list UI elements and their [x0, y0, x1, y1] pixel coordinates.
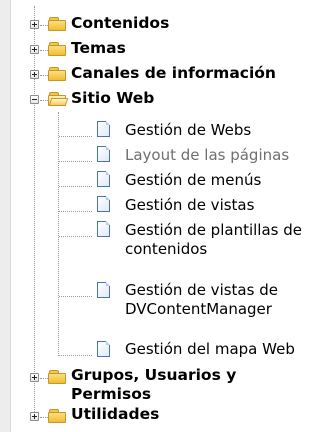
tree-node-label[interactable]: Canales de información	[71, 64, 276, 83]
tree-connector	[40, 417, 48, 418]
tree-connector	[40, 50, 48, 51]
tree-connector	[59, 211, 92, 212]
folder-icon	[48, 408, 68, 424]
tree-node-label[interactable]: Utilidades	[71, 405, 159, 424]
expand-icon[interactable]	[30, 412, 39, 421]
tree-connector	[59, 161, 92, 162]
admin-navigation-tree: Contenidos Temas Canales de información …	[0, 0, 323, 432]
tree-connector	[59, 296, 92, 297]
tree-connector	[40, 75, 48, 76]
folder-icon	[48, 66, 68, 82]
tree-connector	[40, 378, 48, 379]
tree-node-label-line2[interactable]: Permisos	[71, 385, 151, 404]
tree-node-label[interactable]: Sitio Web	[71, 89, 154, 108]
tree-child-connector	[58, 112, 59, 356]
page-icon	[97, 146, 111, 163]
tree-child-label-line2[interactable]: contenidos	[125, 240, 207, 259]
tree-child-label[interactable]: Gestión de vistas de	[125, 281, 278, 300]
expand-icon[interactable]	[30, 45, 39, 54]
tree-connector	[59, 236, 92, 237]
page-icon	[97, 171, 111, 188]
tree-connector	[40, 25, 48, 26]
collapse-icon[interactable]	[30, 95, 39, 104]
tree-root-connector	[34, 6, 35, 412]
tree-child-label[interactable]: Gestión del mapa Web	[125, 340, 295, 359]
tree-child-label[interactable]: Gestión de plantillas de	[125, 221, 302, 240]
expand-icon[interactable]	[30, 70, 39, 79]
tree-connector	[59, 136, 92, 137]
page-icon	[97, 282, 111, 299]
tree-child-label-line2[interactable]: DVContentManager	[125, 300, 272, 319]
folder-icon	[48, 369, 68, 385]
tree-node-label[interactable]: Grupos, Usuarios y	[71, 366, 236, 385]
folder-open-icon	[48, 91, 69, 107]
folder-icon	[48, 16, 68, 32]
tree-child-label[interactable]: Gestión de Webs	[125, 121, 251, 140]
tree-connector	[59, 355, 92, 356]
folder-icon	[48, 41, 68, 57]
tree-node-label[interactable]: Contenidos	[71, 14, 169, 33]
expand-icon[interactable]	[30, 20, 39, 29]
page-icon	[97, 121, 111, 138]
page-icon	[97, 341, 111, 358]
tree-connector	[59, 186, 92, 187]
tree-connector	[40, 100, 48, 101]
tree-child-label[interactable]: Gestión de vistas	[125, 196, 254, 215]
tree-child-label[interactable]: Layout de las páginas	[125, 146, 289, 165]
page-icon	[97, 221, 111, 238]
tree-node-label[interactable]: Temas	[71, 39, 126, 58]
tree-child-label[interactable]: Gestión de menús	[125, 171, 261, 190]
page-icon	[97, 196, 111, 213]
expand-icon[interactable]	[30, 373, 39, 382]
